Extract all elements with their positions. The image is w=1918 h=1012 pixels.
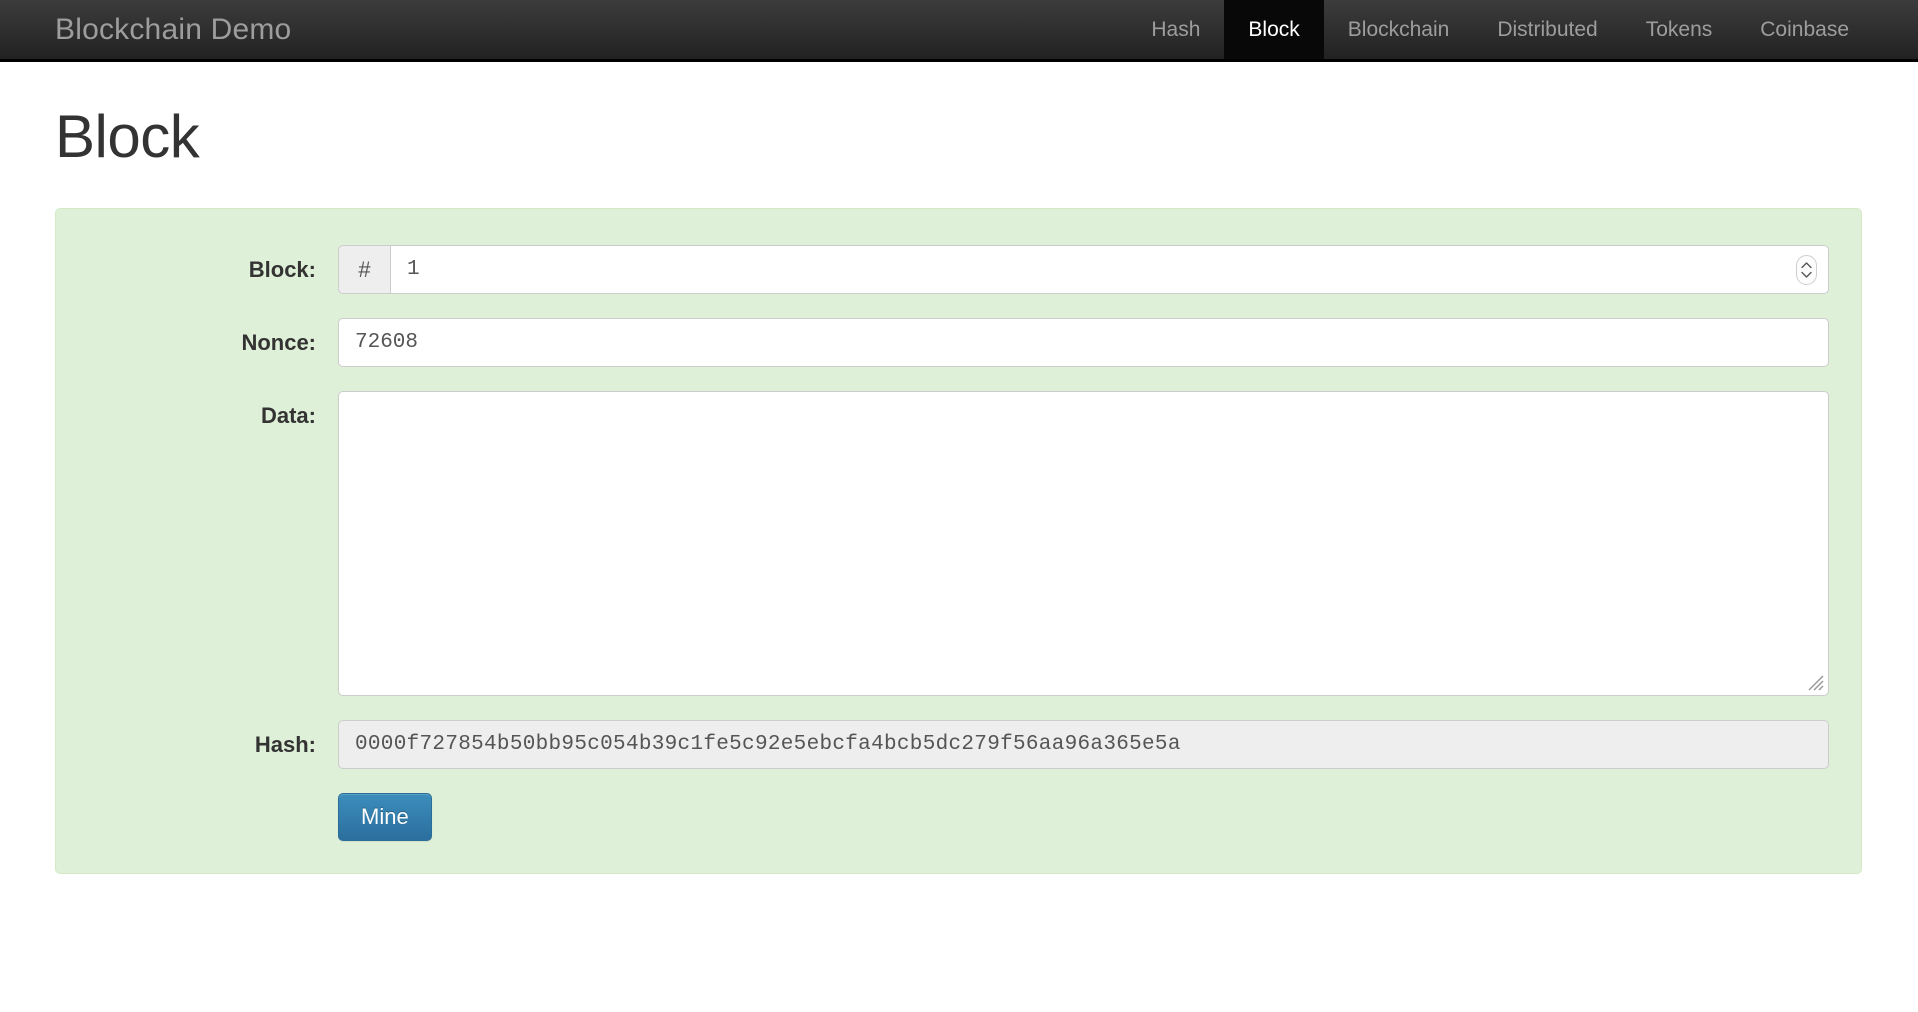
data-textarea-wrap bbox=[338, 391, 1829, 696]
brand-link[interactable]: Blockchain Demo bbox=[0, 0, 311, 59]
mine-row: Mine bbox=[56, 793, 1861, 841]
page-title: Block bbox=[55, 103, 200, 170]
data-textarea[interactable] bbox=[338, 391, 1829, 696]
block-label: Block: bbox=[248, 257, 316, 282]
nonce-input[interactable]: 72608 bbox=[338, 318, 1829, 367]
hash-row: Hash: 0000f727854b50bb95c054b39c1fe5c92e… bbox=[56, 720, 1861, 769]
hash-field-wrap: 0000f727854b50bb95c054b39c1fe5c92e5ebcfa… bbox=[338, 720, 1861, 769]
nav-list: Hash Block Blockchain Distributed Tokens… bbox=[1127, 0, 1918, 59]
chevron-up-icon bbox=[1801, 261, 1812, 268]
block-form-panel: Block: # 1 Nonce: 72608 Data: Hash: 0000… bbox=[55, 208, 1862, 874]
hash-sign-addon: # bbox=[338, 245, 390, 294]
block-input-value: 1 bbox=[407, 258, 420, 281]
block-field-wrap: # 1 bbox=[338, 245, 1861, 294]
chevron-down-icon bbox=[1801, 271, 1812, 278]
nonce-input-value: 72608 bbox=[355, 331, 419, 354]
top-navbar: Blockchain Demo Hash Block Blockchain Di… bbox=[0, 0, 1918, 62]
nonce-row: Nonce: 72608 bbox=[56, 318, 1861, 367]
block-input-group: # 1 bbox=[338, 245, 1829, 294]
mine-field-wrap: Mine bbox=[338, 793, 1861, 841]
block-row: Block: # 1 bbox=[56, 245, 1861, 294]
main-container: Block Block: # 1 Nonce: 72608 Data: Hash… bbox=[0, 104, 1918, 874]
spinner-up-down-icon[interactable] bbox=[1796, 254, 1817, 285]
nav-item-tokens[interactable]: Tokens bbox=[1622, 0, 1737, 59]
resize-handle-icon[interactable] bbox=[1805, 672, 1825, 692]
nonce-label: Nonce: bbox=[241, 330, 316, 355]
nav-item-hash[interactable]: Hash bbox=[1127, 0, 1224, 59]
data-field-wrap bbox=[338, 391, 1861, 696]
nav-item-distributed[interactable]: Distributed bbox=[1473, 0, 1621, 59]
hash-output-input[interactable]: 0000f727854b50bb95c054b39c1fe5c92e5ebcfa… bbox=[338, 720, 1829, 769]
hash-label: Hash: bbox=[254, 732, 316, 757]
data-label: Data: bbox=[260, 403, 316, 428]
mine-button[interactable]: Mine bbox=[338, 793, 432, 841]
nav-item-block[interactable]: Block bbox=[1224, 0, 1324, 59]
mine-spacer bbox=[56, 793, 338, 805]
block-number-input[interactable]: 1 bbox=[390, 245, 1829, 294]
hash-output-value: 0000f727854b50bb95c054b39c1fe5c92e5ebcfa… bbox=[355, 733, 1181, 756]
nonce-field-wrap: 72608 bbox=[338, 318, 1861, 367]
data-row: Data: bbox=[56, 391, 1861, 696]
nav-item-blockchain[interactable]: Blockchain bbox=[1324, 0, 1474, 59]
nav-item-coinbase[interactable]: Coinbase bbox=[1736, 0, 1873, 59]
